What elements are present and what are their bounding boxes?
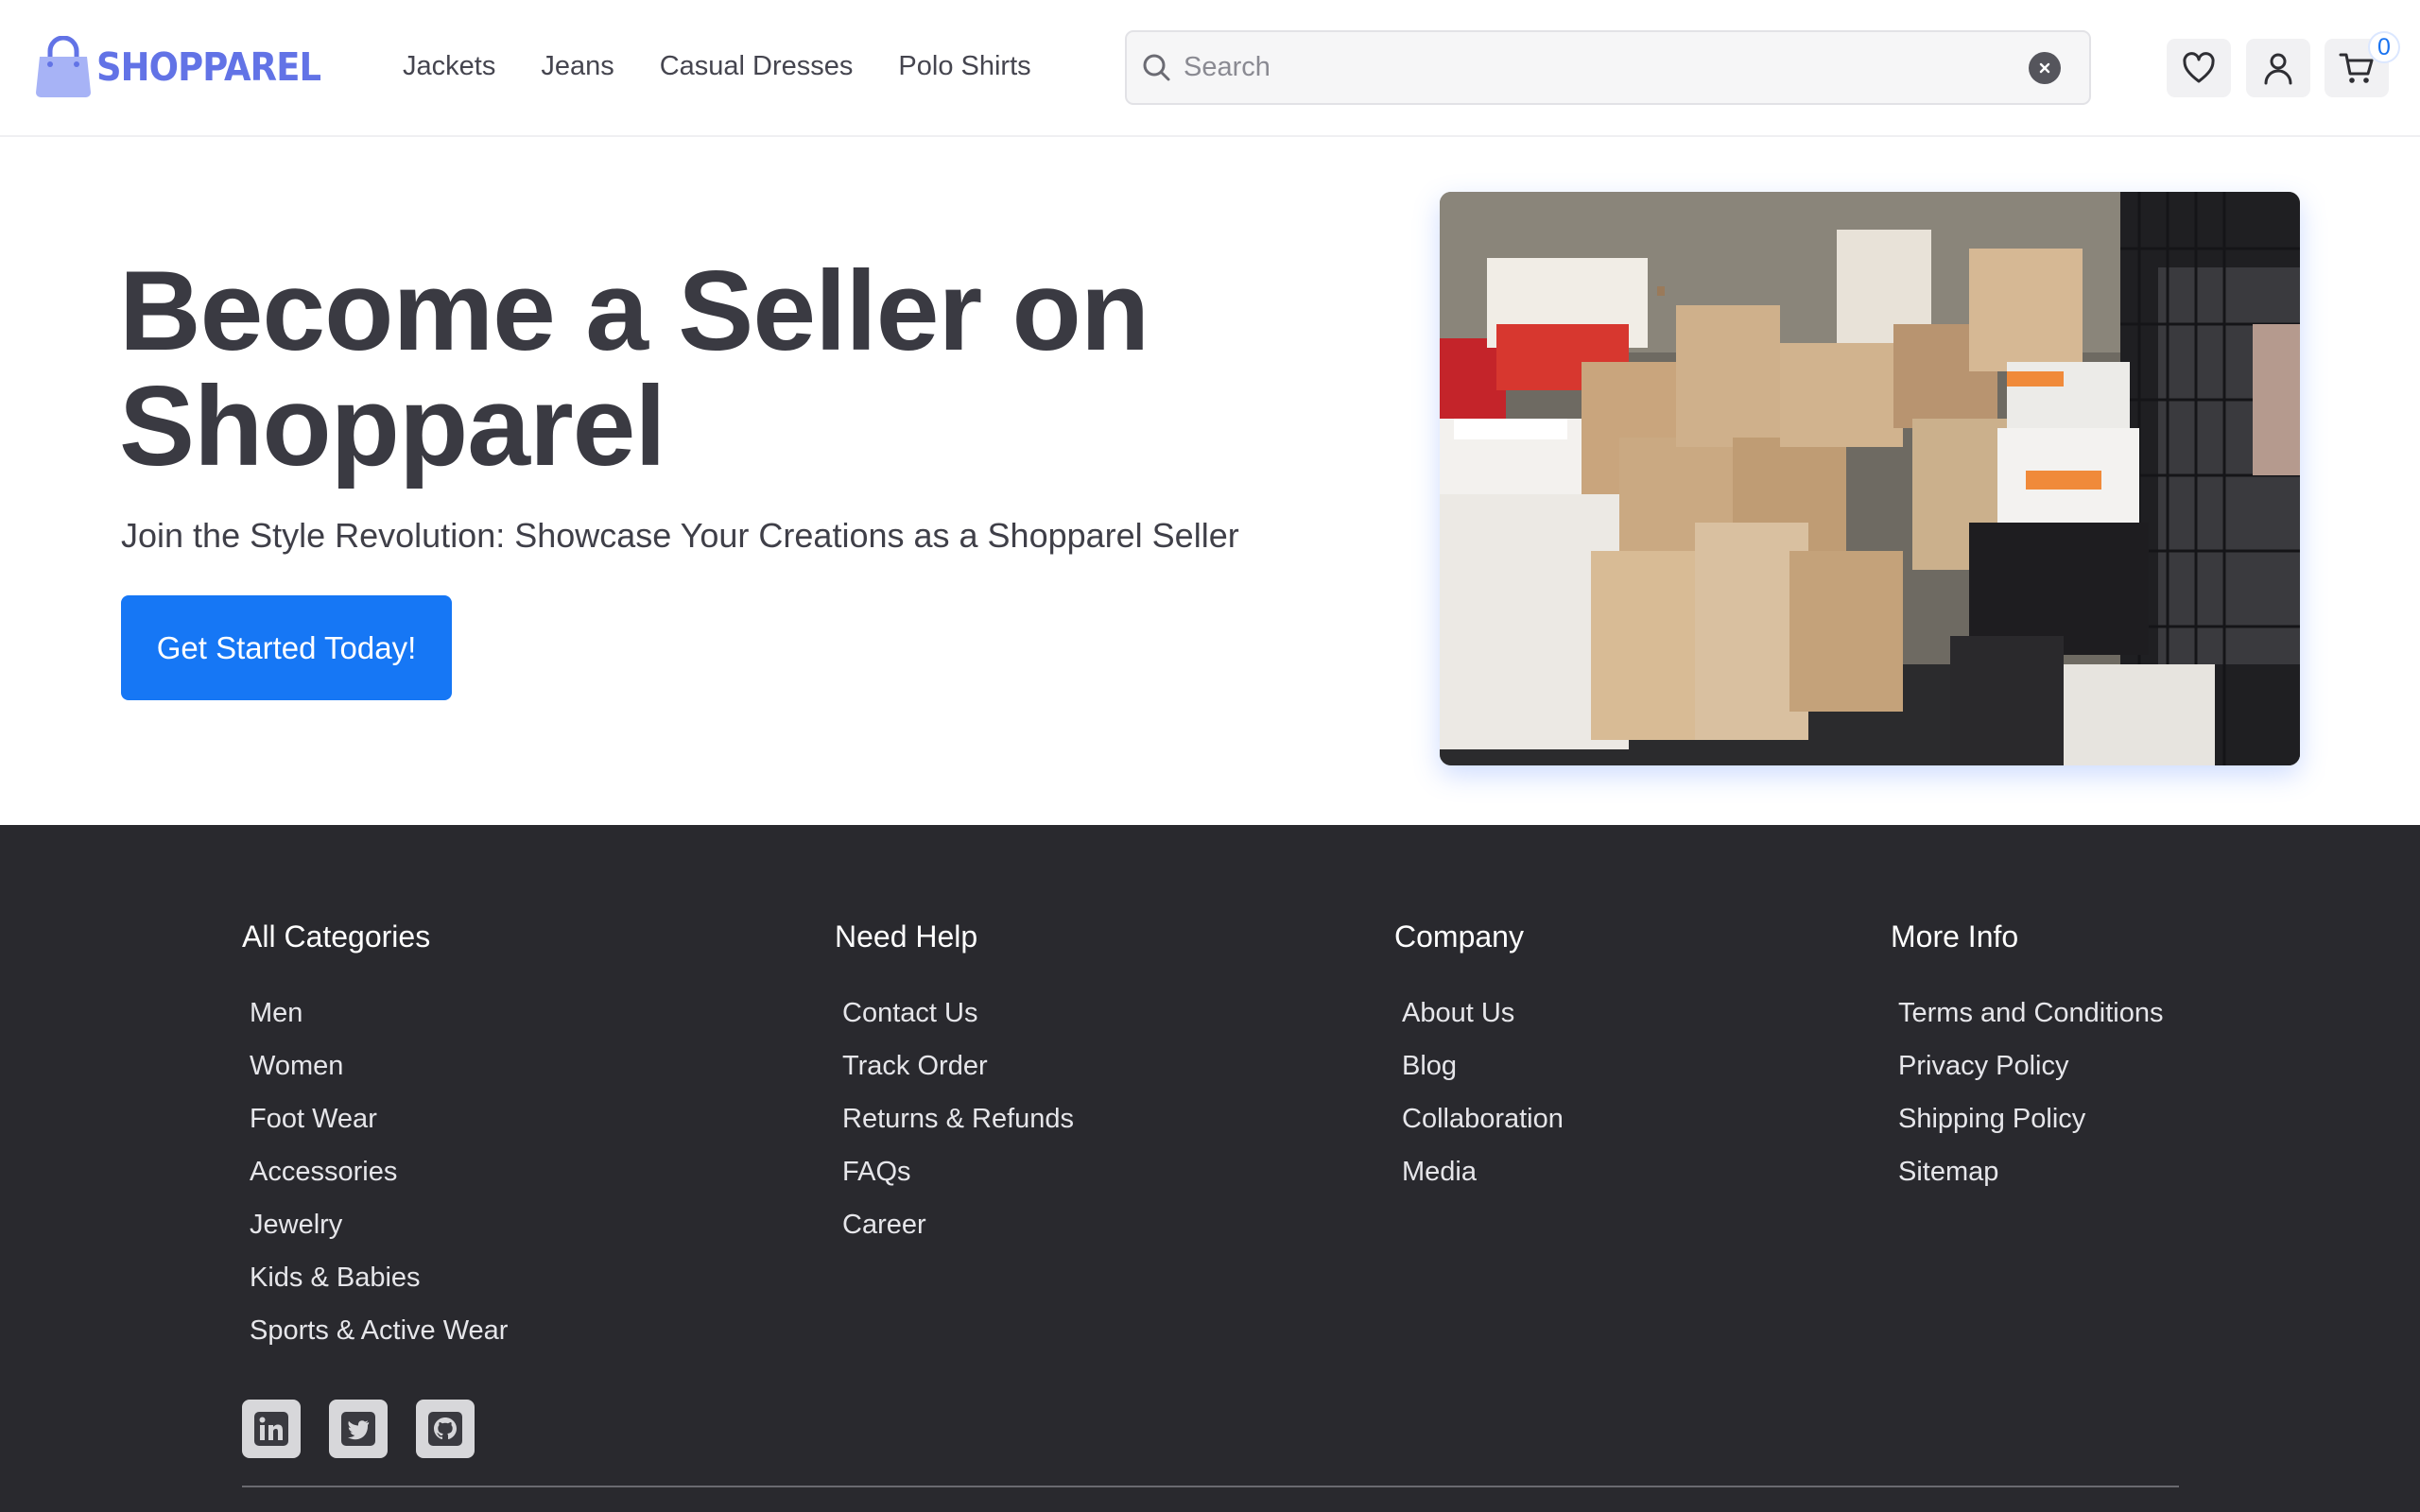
footer-heading: Company <box>1394 919 1524 954</box>
brand-logo[interactable]: SHOPPAREL <box>34 34 345 100</box>
footer-heading: All Categories <box>242 919 431 954</box>
footer-link-kids-babies[interactable]: Kids & Babies <box>250 1251 508 1304</box>
wishlist-button[interactable] <box>2167 39 2231 97</box>
footer-heading: Need Help <box>835 919 978 954</box>
brand-name: SHOPPAREL <box>96 44 321 90</box>
search-input[interactable] <box>1184 39 2029 96</box>
footer-link-track-order[interactable]: Track Order <box>842 1040 1074 1092</box>
search-icon <box>1140 51 1174 85</box>
hero-image-packages <box>1440 192 2300 765</box>
footer-link-privacy-policy[interactable]: Privacy Policy <box>1898 1040 2163 1092</box>
footer-column-categories: All Categories Men Women Foot Wear Acces… <box>242 919 508 1357</box>
get-started-button[interactable]: Get Started Today! <box>121 595 452 700</box>
footer-link-sports-active-wear[interactable]: Sports & Active Wear <box>250 1304 508 1357</box>
hero-subtitle: Join the Style Revolution: Showcase Your… <box>121 516 1239 555</box>
footer-link-contact-us[interactable]: Contact Us <box>842 987 1074 1040</box>
hero-title: Become a Seller on Shopparel <box>119 248 1150 490</box>
linkedin-icon <box>254 1412 288 1446</box>
footer-column-more-info: More Info Terms and Conditions Privacy P… <box>1891 919 2163 1198</box>
cart-icon <box>2339 53 2374 83</box>
nav-item-jeans[interactable]: Jeans <box>541 51 614 82</box>
user-icon <box>2264 53 2292 85</box>
footer-link-blog[interactable]: Blog <box>1402 1040 1564 1092</box>
footer-link-career[interactable]: Career <box>842 1198 1074 1251</box>
footer-link-terms[interactable]: Terms and Conditions <box>1898 987 2163 1040</box>
twitter-link[interactable] <box>329 1400 388 1458</box>
category-nav: Jackets Jeans Casual Dresses Polo Shirts <box>403 51 1077 82</box>
footer-link-foot-wear[interactable]: Foot Wear <box>250 1092 508 1145</box>
footer-link-jewelry[interactable]: Jewelry <box>250 1198 508 1251</box>
account-button[interactable] <box>2246 39 2310 97</box>
github-icon <box>428 1412 462 1446</box>
footer-column-need-help: Need Help Contact Us Track Order Returns… <box>835 919 1074 1251</box>
nav-item-casual-dresses[interactable]: Casual Dresses <box>660 51 854 82</box>
github-link[interactable] <box>416 1400 475 1458</box>
footer-link-collaboration[interactable]: Collaboration <box>1402 1092 1564 1145</box>
footer-link-men[interactable]: Men <box>250 987 508 1040</box>
nav-item-jackets[interactable]: Jackets <box>403 51 495 82</box>
footer-link-accessories[interactable]: Accessories <box>250 1145 508 1198</box>
footer-heading: More Info <box>1891 919 2019 954</box>
heart-icon <box>2183 52 2215 83</box>
close-icon <box>2039 62 2050 73</box>
footer-link-media[interactable]: Media <box>1402 1145 1564 1198</box>
twitter-icon <box>341 1412 375 1446</box>
footer-link-women[interactable]: Women <box>250 1040 508 1092</box>
nav-item-polo-shirts[interactable]: Polo Shirts <box>898 51 1030 82</box>
clear-search-button[interactable] <box>2029 51 2061 84</box>
linkedin-link[interactable] <box>242 1400 301 1458</box>
footer-link-about-us[interactable]: About Us <box>1402 987 1564 1040</box>
site-header: SHOPPAREL Jackets Jeans Casual Dresses P… <box>0 0 2420 137</box>
footer-link-returns-refunds[interactable]: Returns & Refunds <box>842 1092 1074 1145</box>
footer-link-shipping-policy[interactable]: Shipping Policy <box>1898 1092 2163 1145</box>
cart-count-badge: 0 <box>2368 31 2400 63</box>
shopping-bag-icon <box>34 35 93 98</box>
search-bar <box>1125 30 2091 105</box>
footer-column-company: Company About Us Blog Collaboration Medi… <box>1394 919 1564 1198</box>
footer-divider <box>242 1486 2179 1487</box>
footer-link-faqs[interactable]: FAQs <box>842 1145 1074 1198</box>
footer-link-sitemap[interactable]: Sitemap <box>1898 1145 2163 1198</box>
